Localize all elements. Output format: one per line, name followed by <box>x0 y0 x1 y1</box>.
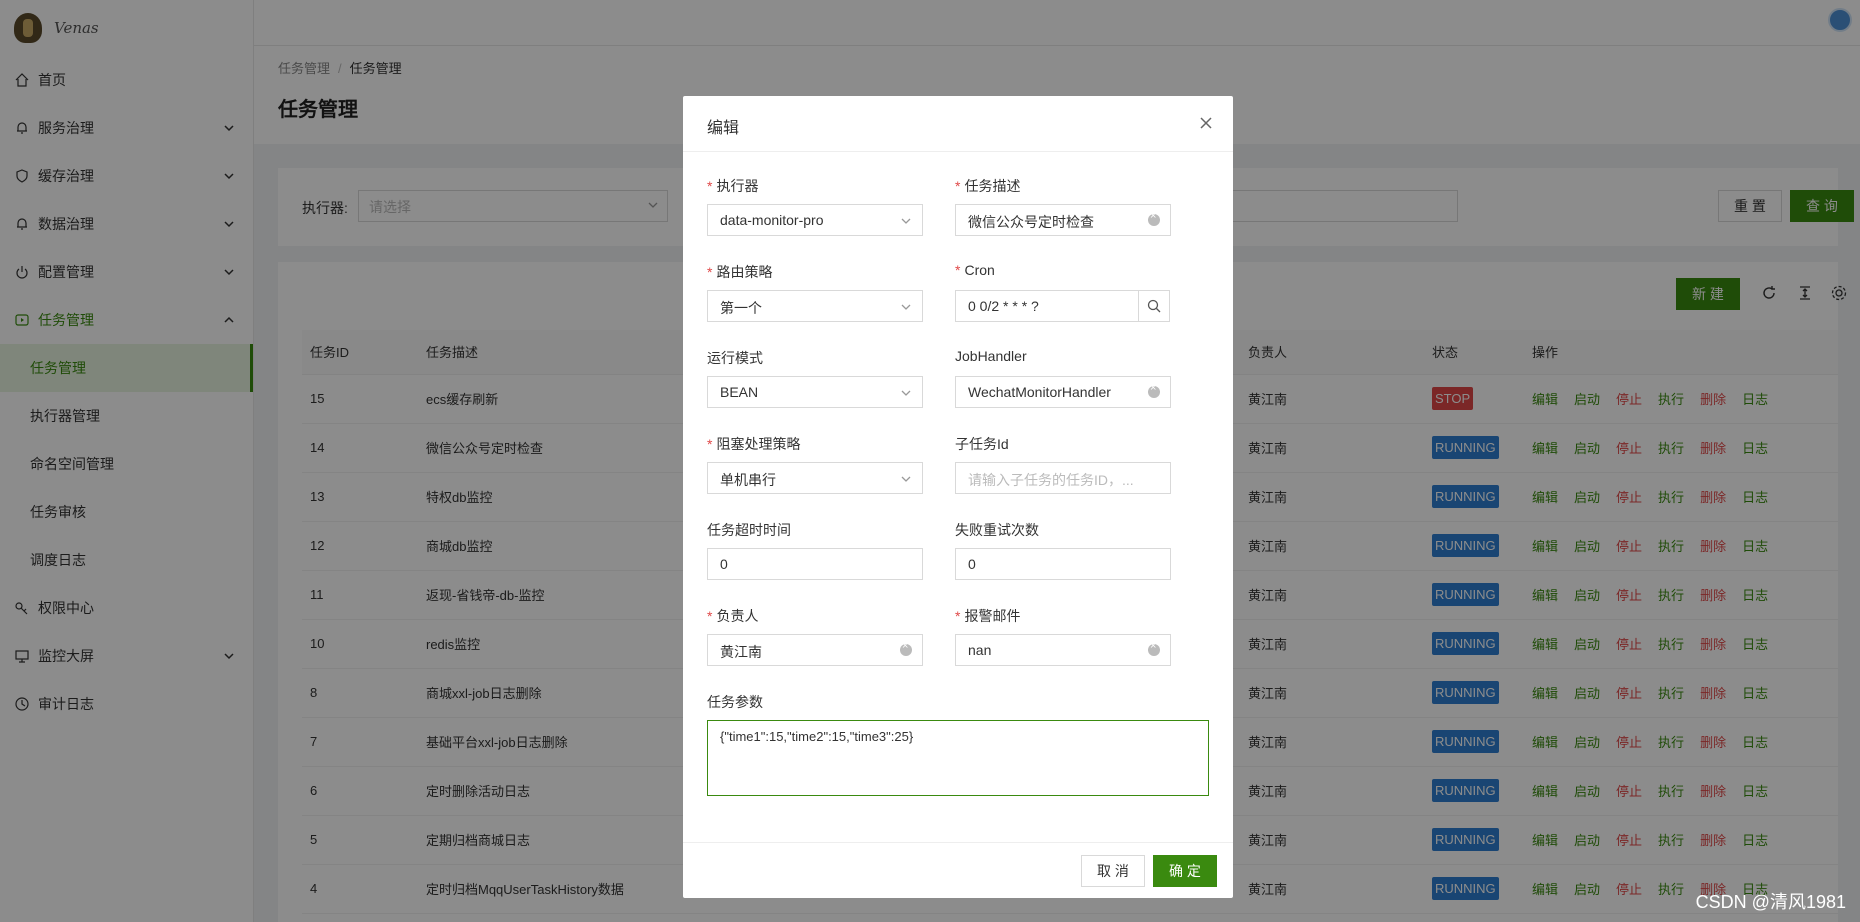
task-desc-value: 微信公众号定时检查 <box>968 214 1094 230</box>
required-mark: * <box>707 264 713 280</box>
cron-input[interactable]: 0 0/2 * * * ? <box>955 290 1139 322</box>
cron-search-button[interactable] <box>1138 290 1170 322</box>
retry-label: 失败重试次数 <box>955 522 1039 538</box>
owner-value: 黄江南 <box>720 644 762 660</box>
route-label: * 路由策略 <box>707 264 773 280</box>
params-textarea[interactable]: {"time1":15,"time2":15,"time3":25} <box>707 720 1209 796</box>
cron-label: * Cron <box>955 262 995 278</box>
timeout-input[interactable]: 0 <box>707 548 923 580</box>
child-id-input[interactable]: 请输入子任务的任务ID，... <box>955 462 1171 494</box>
block-strategy-value: 单机串行 <box>720 472 776 488</box>
clear-icon[interactable] <box>1148 640 1160 656</box>
job-handler-value: WechatMonitorHandler <box>968 384 1111 400</box>
clear-icon[interactable] <box>1148 210 1160 226</box>
executor-select[interactable]: data-monitor-pro <box>707 204 923 236</box>
chevron-down-icon <box>901 476 911 482</box>
ok-button[interactable]: 确 定 <box>1153 855 1217 887</box>
alarm-email-value: nan <box>968 642 992 658</box>
required-mark: * <box>707 178 713 194</box>
required-mark: * <box>955 262 961 278</box>
search-icon <box>1147 299 1161 313</box>
job-handler-label: JobHandler <box>955 348 1027 364</box>
modal-title: 编辑 <box>707 120 740 137</box>
alarm-email-input[interactable]: nan <box>955 634 1171 666</box>
owner-label: * 负责人 <box>707 608 759 624</box>
run-mode-label: 运行模式 <box>707 350 763 366</box>
child-id-label: 子任务Id <box>955 436 1009 452</box>
modal-body: *执行器 data-monitor-pro *任务描述 微信公众号定时检查 *路… <box>683 152 1233 842</box>
required-mark: * <box>707 436 713 452</box>
run-mode-select[interactable]: BEAN <box>707 376 923 408</box>
timeout-label: 任务超时时间 <box>707 522 791 538</box>
cancel-button[interactable]: 取 消 <box>1081 855 1145 887</box>
block-strategy-label: * 阻塞处理策略 <box>707 436 801 452</box>
required-mark: * <box>955 608 961 624</box>
retry-input[interactable]: 0 <box>955 548 1171 580</box>
required-mark: * <box>707 608 713 624</box>
modal-header: 编辑 <box>683 96 1233 152</box>
run-mode-value: BEAN <box>720 384 759 400</box>
executor-label: * 执行器 <box>707 178 759 194</box>
owner-input[interactable]: 黄江南 <box>707 634 923 666</box>
route-value: 第一个 <box>720 300 762 316</box>
clear-icon[interactable] <box>900 640 912 656</box>
chevron-down-icon <box>901 390 911 396</box>
task-desc-input[interactable]: 微信公众号定时检查 <box>955 204 1171 236</box>
alarm-email-label: * 报警邮件 <box>955 608 1021 624</box>
close-icon[interactable] <box>1197 114 1215 132</box>
params-label: 任务参数 <box>707 694 763 710</box>
cron-value: 0 0/2 * * * ? <box>968 298 1039 314</box>
clear-icon[interactable] <box>1148 382 1160 398</box>
edit-modal: 编辑 * 执行器 data-monitor-pro * 任务描述 微信公众号定时检查… <box>683 96 1233 898</box>
block-strategy-select[interactable]: 单机串行 <box>707 462 923 494</box>
job-handler-input[interactable]: WechatMonitorHandler <box>955 376 1171 408</box>
watermark-text: CSDN @清风1981 <box>1695 892 1846 912</box>
chevron-down-icon <box>901 304 911 310</box>
executor-value: data-monitor-pro <box>720 212 824 228</box>
modal-footer: 取 消 确 定 <box>683 842 1233 898</box>
task-desc-label: * 任务描述 <box>955 178 1021 194</box>
route-select[interactable]: 第一个 <box>707 290 923 322</box>
chevron-down-icon <box>901 218 911 224</box>
required-mark: * <box>955 178 961 194</box>
